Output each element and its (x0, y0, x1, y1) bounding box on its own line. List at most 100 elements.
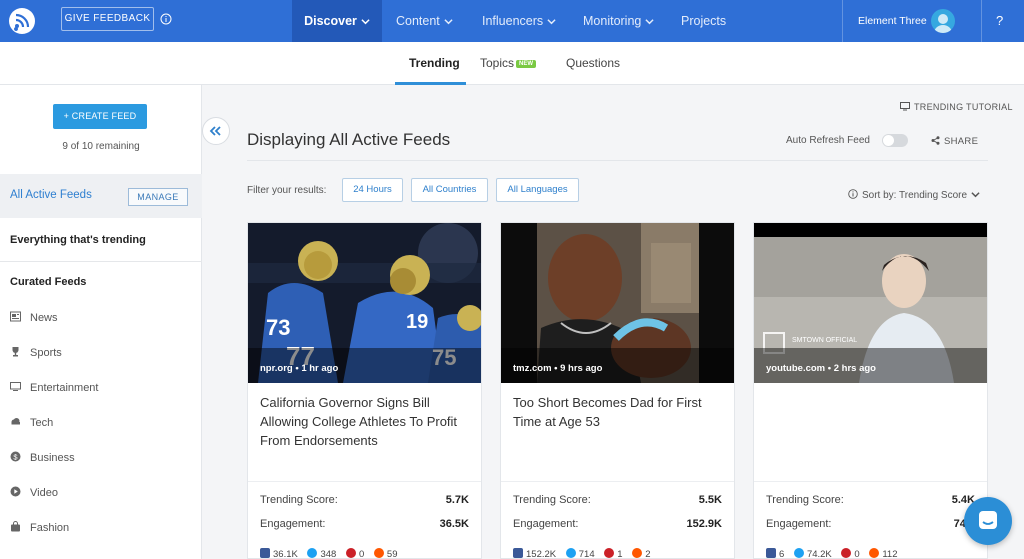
social-stats: 152.2K 714 1 2 (513, 548, 658, 559)
monitor-icon (10, 382, 21, 391)
engagement-label: Engagement: (766, 518, 832, 530)
sidebar-item-everything[interactable]: Everything that's trending (10, 234, 146, 246)
sidebar-item-entertainment[interactable]: Entertainment (10, 381, 98, 395)
sub-navigation: Trending Topics NEW Questions (0, 42, 1024, 85)
sidebar-item-all-active-feeds[interactable]: All Active Feeds MANAGE (0, 174, 202, 218)
facebook-icon (766, 548, 776, 558)
sidebar-item-business[interactable]: $ Business (10, 451, 75, 465)
article-image[interactable]: 73 77 19 75 (248, 223, 481, 383)
svg-text:19: 19 (406, 311, 428, 333)
curated-feeds-heading: Curated Feeds (10, 276, 87, 288)
play-icon (10, 486, 21, 497)
trending-score-value: 5.7K (445, 494, 469, 506)
new-badge: NEW (516, 60, 537, 68)
twitter-stat: 74.2K (793, 548, 832, 559)
chat-icon (979, 511, 997, 529)
engagement-label: Engagement: (260, 518, 326, 530)
facebook-stat: 36.1K (260, 548, 298, 559)
dollar-icon: $ (10, 451, 21, 462)
user-menu[interactable]: Element Three (842, 0, 982, 42)
sidebar-item-label: News (30, 312, 58, 324)
create-feed-button[interactable]: + CREATE FEED (53, 104, 147, 129)
card-divider (248, 481, 481, 482)
facebook-stat: 6 (766, 548, 784, 559)
info-icon (848, 189, 858, 199)
nav-projects[interactable]: Projects (681, 0, 726, 42)
auto-refresh-toggle[interactable] (882, 134, 908, 147)
facebook-icon (513, 548, 523, 558)
share-button[interactable]: SHARE (931, 136, 978, 147)
user-name: Element Three (858, 15, 927, 27)
tab-questions[interactable]: Questions (566, 56, 620, 70)
app-logo-icon[interactable] (8, 7, 36, 35)
article-headline[interactable]: California Governor Signs Bill Allowing … (260, 393, 472, 450)
twitter-count: 74.2K (806, 549, 832, 559)
sort-dropdown[interactable]: Sort by: Trending Score (848, 189, 980, 201)
help-button[interactable]: ? (996, 13, 1003, 28)
chat-widget-button[interactable] (964, 497, 1012, 545)
sidebar-item-video[interactable]: Video (10, 486, 58, 500)
article-image[interactable] (501, 223, 734, 383)
sidebar-item-sports[interactable]: Sports (10, 346, 62, 360)
nav-monitoring[interactable]: Monitoring (583, 0, 654, 42)
nav-influencers[interactable]: Influencers (482, 0, 556, 42)
engagement-value: 36.5K (439, 518, 469, 530)
filter-time-button[interactable]: 24 Hours (342, 178, 403, 202)
user-icon (934, 14, 952, 33)
page-title: Displaying All Active Feeds (247, 130, 451, 149)
trending-score-label: Trending Score: (513, 494, 591, 506)
nav-content[interactable]: Content (396, 0, 453, 42)
monitor-icon (900, 102, 910, 111)
twitter-count: 348 (320, 549, 337, 559)
engagement-value: 152.9K (686, 518, 722, 530)
tab-trending[interactable]: Trending (409, 56, 460, 70)
article-card[interactable]: SMTOWN OFFICIAL youtube.com • 2 hrs ago … (753, 222, 988, 559)
collapse-sidebar-button[interactable] (202, 117, 230, 145)
sidebar-item-tech[interactable]: Tech (10, 416, 53, 430)
trending-tutorial-link[interactable]: TRENDING TUTORIAL (900, 102, 1013, 112)
twitter-icon (565, 548, 576, 558)
tab-topics[interactable]: Topics NEW (480, 56, 537, 70)
pinterest-icon (841, 548, 852, 558)
social-stats: 36.1K 348 0 59 (260, 548, 404, 559)
manage-button[interactable]: MANAGE (128, 188, 188, 206)
sidebar-item-fashion[interactable]: Fashion (10, 521, 69, 535)
info-icon[interactable] (160, 13, 172, 25)
chevron-down-icon (645, 19, 654, 25)
sidebar-item-label: Tech (30, 417, 54, 429)
article-source: tmz.com • 9 hrs ago (513, 363, 603, 374)
sidebar-divider (0, 261, 202, 262)
thumbnail-text: SMTOWN OFFICIAL (792, 337, 857, 344)
nav-influencers-label: Influencers (482, 14, 544, 28)
filter-language-button[interactable]: All Languages (496, 178, 579, 202)
twitter-stat: 714 (565, 548, 595, 559)
trending-score-value: 5.5K (698, 494, 722, 506)
title-divider (247, 160, 988, 161)
cloud-icon (11, 418, 20, 425)
article-headline[interactable]: Too Short Becomes Dad for First Time at … (513, 393, 725, 431)
filter-country-button[interactable]: All Countries (411, 178, 488, 202)
engagement-label: Engagement: (513, 518, 579, 530)
chevron-down-icon (547, 19, 556, 25)
twitter-icon (793, 548, 804, 558)
reddit-icon (869, 548, 880, 558)
chevron-down-icon (361, 19, 370, 25)
football-players-image: 73 77 19 75 (248, 223, 481, 383)
twitter-count: 714 (578, 549, 595, 559)
pinterest-icon (604, 548, 615, 558)
trophy-icon (12, 347, 19, 357)
article-card[interactable]: tmz.com • 9 hrs ago Too Short Becomes Da… (500, 222, 735, 559)
pinterest-stat: 1 (604, 548, 623, 559)
reddit-icon (632, 548, 643, 558)
facebook-icon (260, 548, 270, 558)
article-image[interactable]: SMTOWN OFFICIAL (754, 223, 987, 383)
news-icon (10, 311, 21, 322)
avatar[interactable] (931, 9, 955, 33)
chevron-down-icon (444, 19, 453, 25)
nav-discover[interactable]: Discover (292, 0, 382, 42)
article-card[interactable]: 73 77 19 75 npr.org • 1 hr ago Californi… (247, 222, 482, 559)
filter-label: Filter your results: (247, 185, 327, 196)
give-feedback-button[interactable]: GIVE FEEDBACK (61, 7, 154, 31)
share-icon (931, 136, 940, 145)
sidebar-item-news[interactable]: News (10, 311, 58, 325)
